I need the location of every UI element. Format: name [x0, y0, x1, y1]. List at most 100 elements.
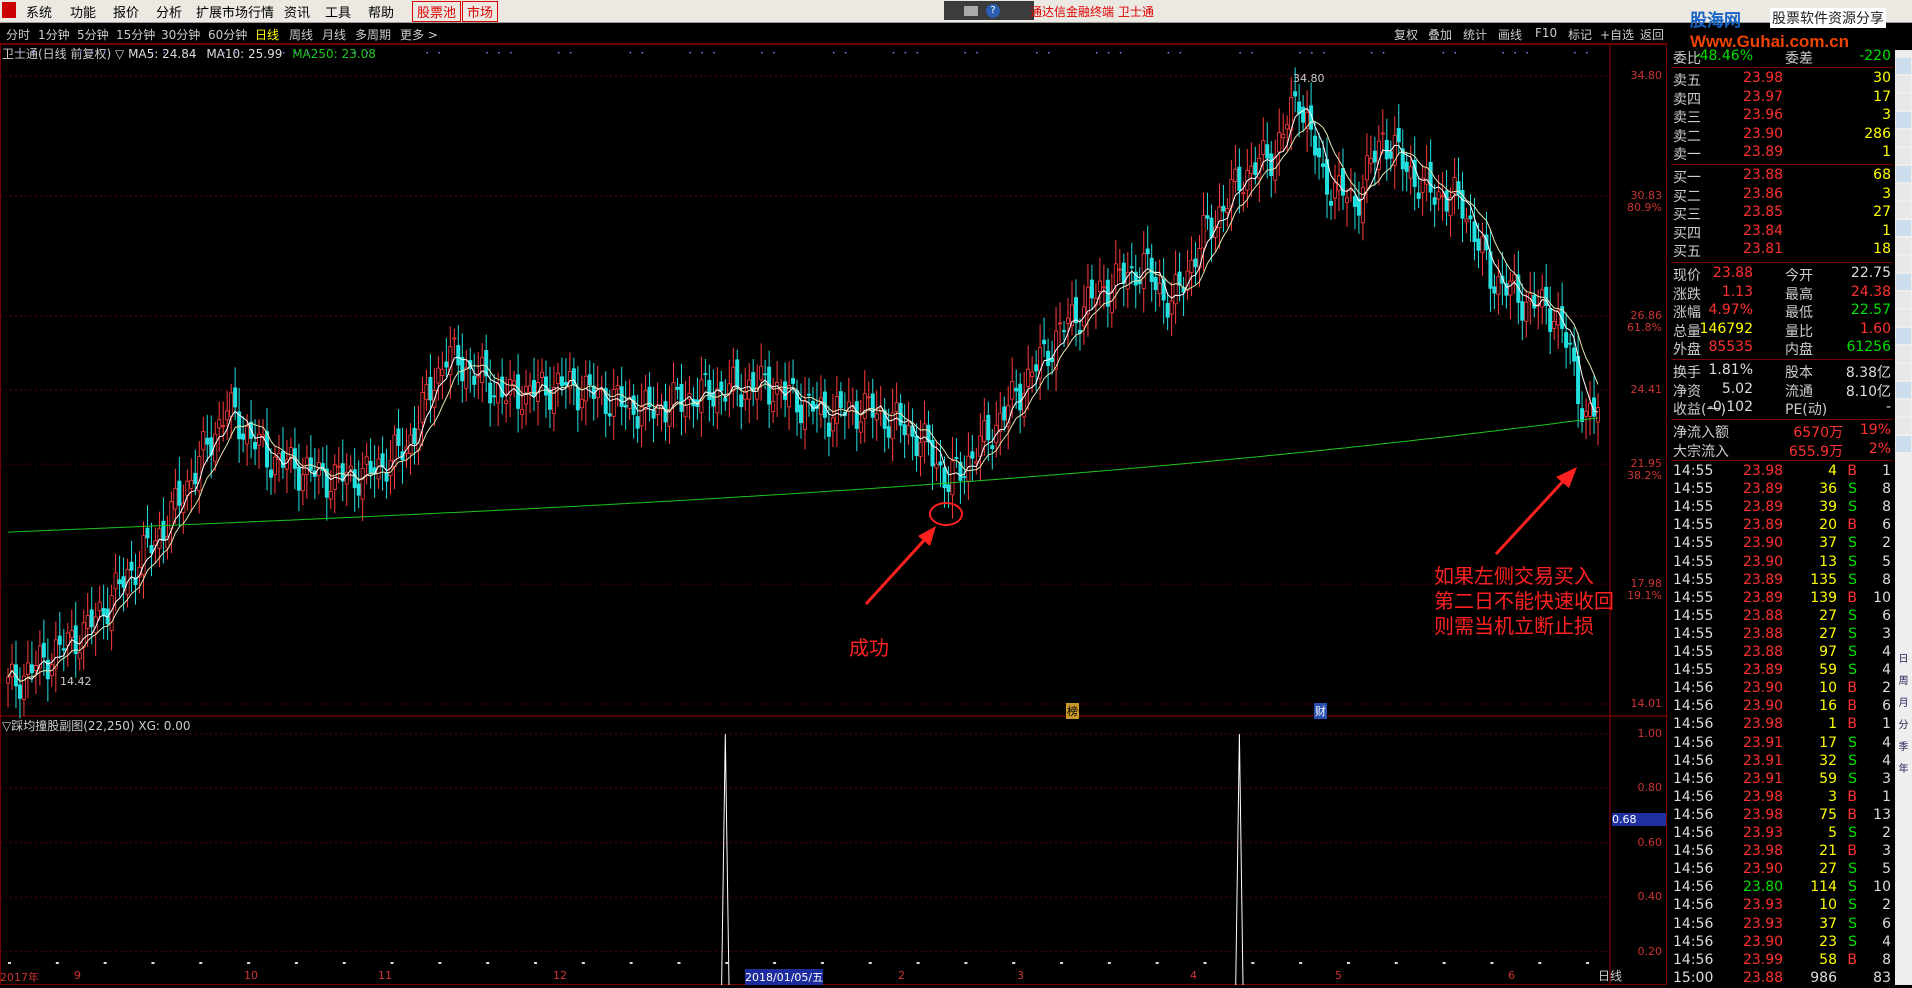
keyboard-icon[interactable] [964, 6, 978, 16]
sidebar-period-button[interactable]: 年 [1896, 760, 1911, 776]
sidebar-tool-icon[interactable] [1896, 382, 1911, 398]
sidebar-tool-icon[interactable] [1896, 274, 1911, 290]
period-tab[interactable]: 5分钟 [77, 26, 109, 43]
event-marker[interactable]: 财 [1314, 703, 1327, 719]
event-marker[interactable]: 榜 [1066, 703, 1079, 719]
sidebar-tool-icon[interactable] [1896, 166, 1911, 182]
f10-button[interactable]: F10 [1535, 26, 1557, 40]
sidebar-tool-icon[interactable] [1896, 418, 1911, 434]
sidebar-tool-icon[interactable] [1896, 184, 1911, 200]
period-tab-active[interactable]: 日线 [255, 26, 279, 43]
candle [615, 376, 620, 407]
candle [691, 386, 696, 428]
sidebar-tool-icon[interactable] [1896, 346, 1911, 362]
quote-cell: 23.98 [1743, 463, 1784, 479]
add-watchlist-button[interactable]: +自选 [1600, 26, 1634, 43]
stock-pool-button[interactable]: 股票池 [412, 1, 462, 22]
success-circle [929, 502, 963, 526]
sidebar-tool-icon[interactable] [1896, 292, 1911, 308]
date-tick: 6 [1508, 969, 1515, 982]
mark-button[interactable]: 标记 [1568, 26, 1592, 43]
menu-bar: 系统 功能 报价 分析 扩展市场行情 资讯 工具 帮助 股票池 市场 ? 通达信… [0, 0, 1912, 23]
sidebar-tool-icon[interactable] [1896, 130, 1911, 146]
quote-cell: 14:55 [1673, 607, 1714, 624]
quote-cell: S [1848, 481, 1857, 498]
sidebar-tool-icon[interactable] [1896, 76, 1911, 92]
quote-cell: 14:56 [1673, 734, 1714, 751]
menu-analysis[interactable]: 分析 [156, 2, 182, 21]
period-tab[interactable]: 月线 [322, 26, 346, 43]
sidebar-tool-icon[interactable] [1896, 364, 1911, 380]
candle [970, 434, 975, 481]
period-tab[interactable]: 60分钟 [208, 26, 247, 43]
menu-system[interactable]: 系统 [26, 2, 52, 21]
signal-dot [294, 52, 297, 54]
sidebar-tool-icon[interactable] [1896, 400, 1911, 416]
period-tab[interactable]: 15分钟 [116, 26, 155, 43]
menu-function[interactable]: 功能 [70, 2, 96, 21]
quote-cell: 3 [1828, 788, 1837, 805]
quote-cell: 23.93 [1743, 825, 1784, 841]
period-tab[interactable]: 分时 [6, 26, 30, 43]
bid-row: 买五 23.81 18 [1671, 241, 1893, 260]
quote-cell: 23.91 [1743, 752, 1784, 769]
period-tab-more[interactable]: 更多 > [400, 26, 438, 43]
back-button[interactable]: 返回 [1640, 26, 1664, 43]
sidebar-tool-icon[interactable] [1896, 58, 1911, 74]
brand-watermark: 股海网 股票软件资源分享 Www.Guhai.com.cn [1690, 2, 1912, 54]
indicator-line [721, 733, 1244, 985]
draw-button[interactable]: 画线 [1498, 26, 1522, 43]
menu-help[interactable]: 帮助 [368, 2, 394, 21]
sidebar-tool-icon[interactable] [1896, 328, 1911, 344]
sidebar-tool-icon[interactable] [1896, 112, 1911, 128]
sidebar-tool-icon[interactable] [1896, 436, 1911, 452]
menu-news[interactable]: 资讯 [284, 2, 310, 21]
help-icon[interactable]: ? [986, 4, 1000, 18]
period-tab[interactable]: 周线 [289, 26, 313, 43]
candle [623, 381, 628, 430]
menu-quote[interactable]: 报价 [113, 2, 139, 21]
sidebar-tool-icon[interactable] [1896, 220, 1911, 236]
period-tab[interactable]: 1分钟 [38, 26, 70, 43]
period-status-tab[interactable]: 日线 [1598, 967, 1622, 984]
divider [1671, 460, 1893, 461]
quote-cell: B [1847, 463, 1857, 479]
candle [1101, 264, 1106, 310]
candle [304, 444, 309, 499]
restore-right-button[interactable]: 复权 [1394, 26, 1418, 43]
window-controls: ? [944, 1, 1034, 20]
sidebar-period-button[interactable]: 月 [1896, 694, 1911, 710]
kline-chart[interactable] [0, 44, 1668, 985]
tick-row: 14:56 23.91 32 S 4 [1671, 753, 1893, 771]
stats-button[interactable]: 统计 [1463, 26, 1487, 43]
menu-extended-market[interactable]: 扩展市场行情 [196, 2, 274, 21]
candle [954, 438, 959, 469]
candle [1149, 243, 1154, 302]
quote-cell: 37 [1819, 535, 1837, 552]
candle [109, 584, 114, 651]
sidebar-period-button[interactable]: 周 [1896, 672, 1911, 688]
candle [1066, 298, 1071, 348]
sidebar-tool-icon[interactable] [1896, 256, 1911, 272]
sidebar-tool-icon[interactable] [1896, 94, 1911, 110]
market-button[interactable]: 市场 [462, 1, 499, 22]
sidebar-tool-icon[interactable] [1896, 310, 1911, 326]
bid-row: 买二 23.86 3 [1671, 186, 1893, 205]
candle [898, 394, 903, 443]
quote-cell: B [1847, 806, 1857, 823]
overlay-button[interactable]: 叠加 [1428, 26, 1452, 43]
quote-cell: -0.102 [1707, 399, 1753, 416]
sidebar-period-button[interactable]: 分 [1896, 716, 1911, 732]
candle [1360, 174, 1365, 241]
menu-tools[interactable]: 工具 [325, 2, 351, 21]
period-tab[interactable]: 多周期 [355, 26, 391, 43]
sidebar-period-button[interactable]: 日 [1896, 650, 1911, 666]
sidebar-tool-icon[interactable] [1896, 148, 1911, 164]
sidebar-tool-icon[interactable] [1896, 238, 1911, 254]
stat-row: 涨跌 1.13 最高 24.38 [1671, 284, 1893, 303]
period-tab[interactable]: 30分钟 [161, 26, 200, 43]
quote-cell: 23.88 [1743, 969, 1784, 986]
sidebar-period-button[interactable]: 季 [1896, 738, 1911, 754]
quote-cell: 1 [1882, 463, 1891, 479]
sidebar-tool-icon[interactable] [1896, 202, 1911, 218]
